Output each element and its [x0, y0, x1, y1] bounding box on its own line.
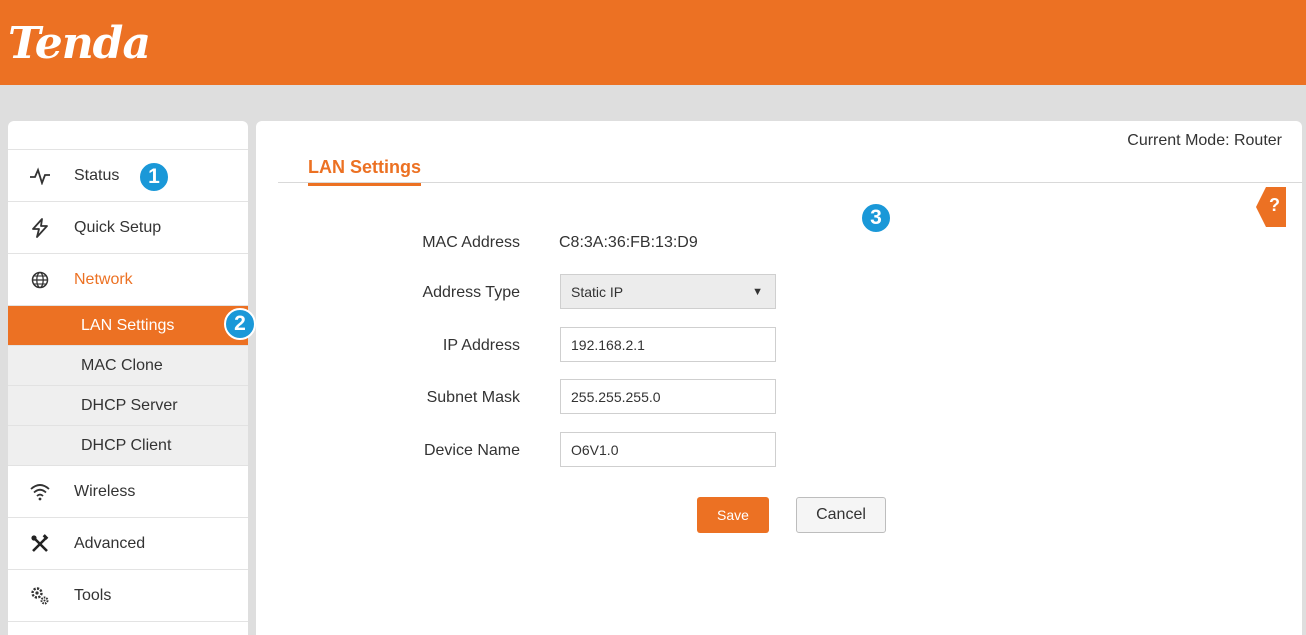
- wifi-icon: [28, 480, 52, 504]
- sidebar-item-label: Wireless: [74, 482, 136, 500]
- address-type-label: Address Type: [422, 284, 520, 301]
- submenu-dhcp-client[interactable]: DHCP Client: [8, 426, 248, 466]
- sidebar-item-label: Network: [74, 270, 133, 288]
- sidebar-item-wireless[interactable]: Wireless: [8, 466, 248, 518]
- title-divider: [278, 182, 1302, 183]
- sidebar-item-quick-setup[interactable]: Quick Setup: [8, 202, 248, 254]
- main-panel: Current Mode: Router LAN Settings 3 ? MA…: [256, 121, 1302, 635]
- device-name-input[interactable]: O6V1.0: [560, 432, 776, 467]
- submenu-mac-clone[interactable]: MAC Clone: [8, 346, 248, 386]
- sidebar-item-label: Quick Setup: [74, 218, 162, 236]
- page-title: LAN Settings: [308, 157, 422, 186]
- pulse-icon: [28, 164, 52, 188]
- subnet-mask-label: Subnet Mask: [426, 389, 520, 406]
- mac-address-label: MAC Address: [422, 234, 520, 251]
- sidebar-item-label: Advanced: [74, 534, 146, 552]
- mac-address-value: C8:3A:36:FB:13:D9: [559, 234, 698, 251]
- sidebar-spacer: [8, 121, 248, 150]
- help-label: ?: [1269, 195, 1280, 215]
- lightning-icon: [28, 216, 52, 240]
- dropdown-arrow-icon: ▼: [752, 285, 763, 298]
- save-button[interactable]: Save: [697, 497, 769, 533]
- sidebar-item-advanced[interactable]: Advanced: [8, 518, 248, 570]
- callout-badge-1: 1: [138, 161, 170, 193]
- cancel-button[interactable]: Cancel: [796, 497, 886, 533]
- help-tab[interactable]: ?: [1256, 187, 1286, 227]
- sidebar-item-label: Tools: [74, 586, 112, 604]
- header-bar: Tenda: [0, 0, 1306, 85]
- ip-address-label: IP Address: [442, 337, 520, 354]
- submenu-lan-settings[interactable]: LAN Settings: [8, 306, 248, 346]
- sidebar-item-label: Status: [74, 166, 120, 184]
- sidebar-item-status[interactable]: Status 1: [8, 150, 248, 202]
- tools-icon: [28, 532, 52, 556]
- device-name-label: Device Name: [423, 442, 520, 459]
- tenda-logo[interactable]: Tenda: [8, 18, 151, 69]
- globe-icon: [28, 268, 52, 292]
- ip-address-input[interactable]: 192.168.2.1: [560, 327, 776, 362]
- address-type-value: Static IP: [571, 283, 624, 300]
- sidebar-item-network[interactable]: Network: [8, 254, 248, 306]
- gears-icon: [28, 584, 52, 608]
- address-type-select[interactable]: Static IP ▼: [560, 274, 776, 309]
- current-mode-text: Current Mode: Router: [1127, 132, 1282, 149]
- sidebar: Status 1 Quick Setup Network LAN Setting…: [8, 121, 248, 635]
- sidebar-item-tools[interactable]: Tools: [8, 570, 248, 622]
- callout-badge-2: 2: [224, 308, 256, 340]
- callout-badge-3: 3: [860, 202, 892, 234]
- submenu-dhcp-server[interactable]: DHCP Server: [8, 386, 248, 426]
- subnet-mask-input[interactable]: 255.255.255.0: [560, 379, 776, 414]
